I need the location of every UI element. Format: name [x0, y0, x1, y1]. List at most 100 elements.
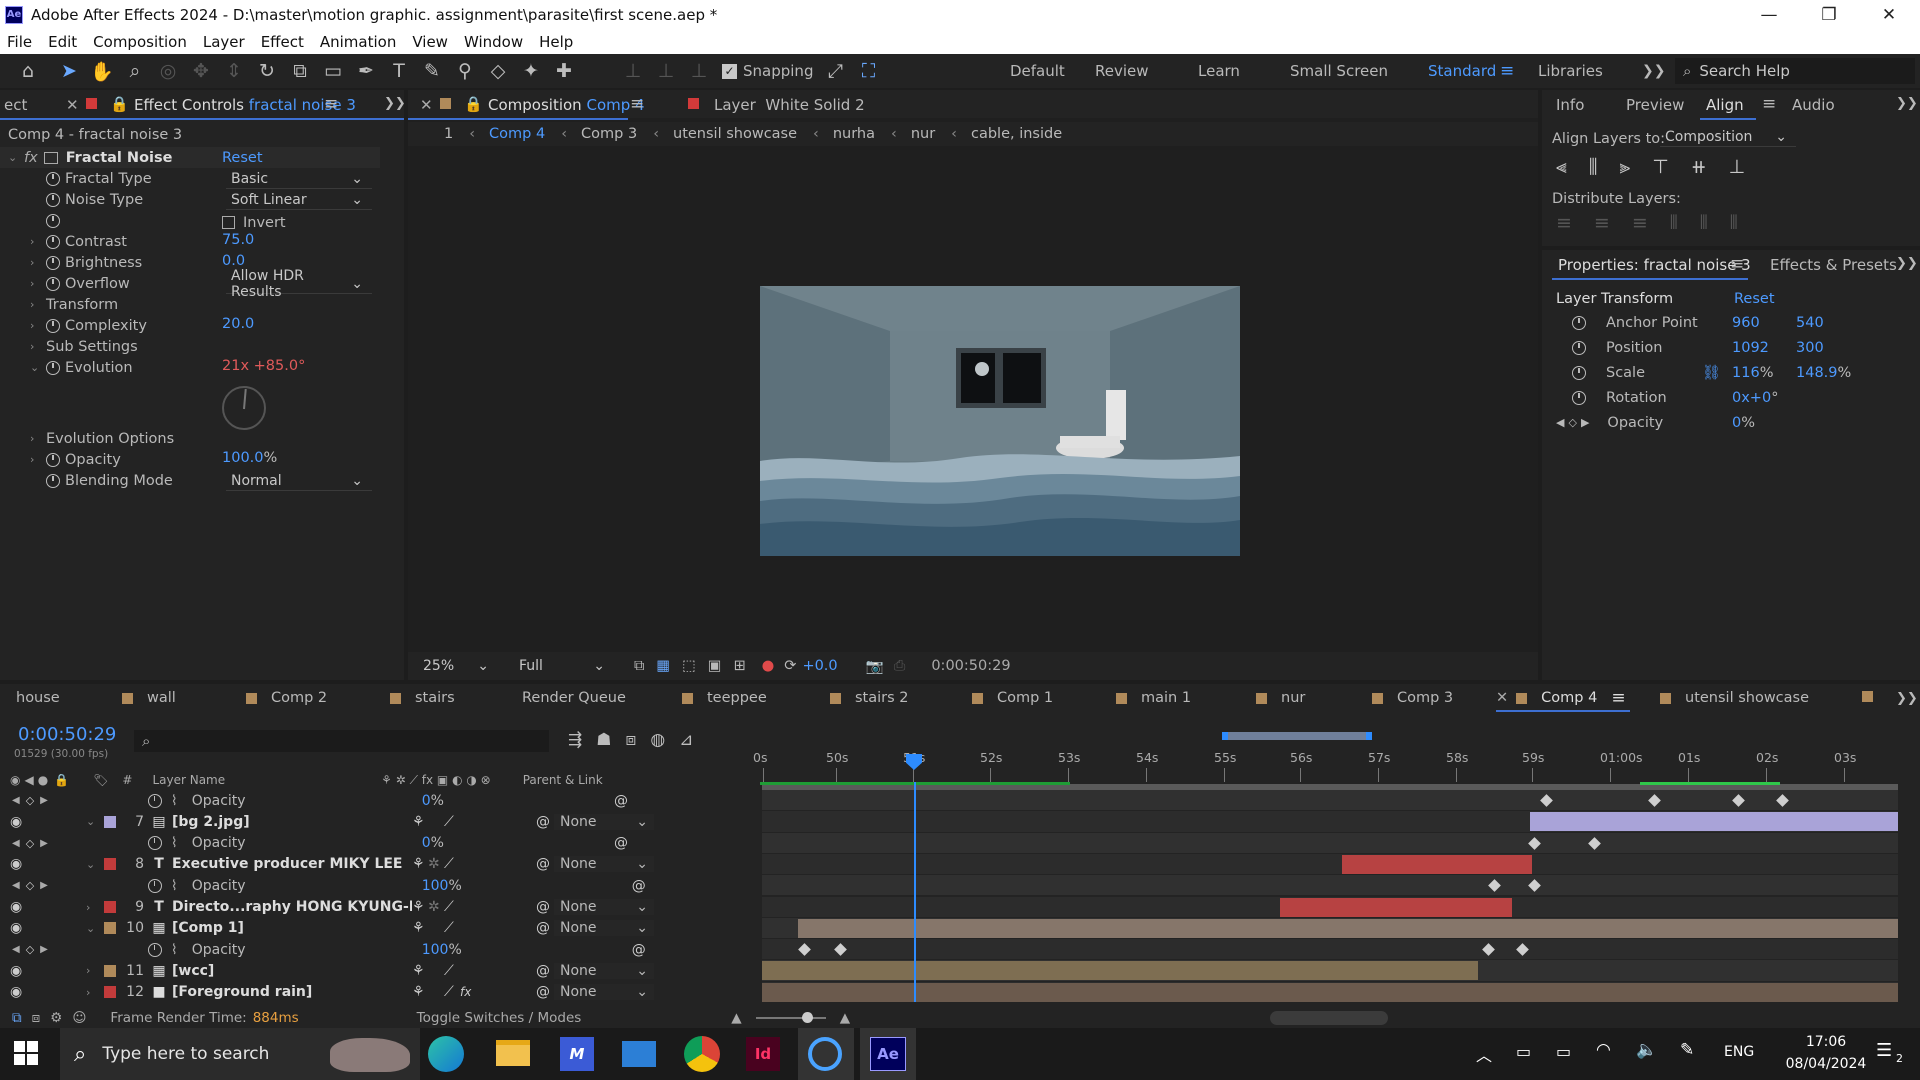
timeline-tab-stairs2[interactable]: stairs 2	[855, 690, 909, 706]
roto-brush-tool-icon[interactable]: ✦	[517, 57, 545, 85]
distribute-right-icon[interactable]: ⫴	[1730, 212, 1738, 234]
layer-duration-bar[interactable]	[798, 918, 1898, 938]
visibility-eye-icon[interactable]: ◉	[10, 984, 24, 1000]
wifi-icon[interactable]: ◠	[1596, 1040, 1611, 1060]
shy-switch-icon[interactable]: ⚘	[412, 984, 428, 1000]
breadcrumb-item[interactable]: Comp 3	[581, 126, 637, 142]
expand-arrow-icon[interactable]: ›	[30, 235, 40, 248]
parent-pickwhip-icon[interactable]: @	[536, 984, 554, 1000]
prev-keyframe-icon[interactable]: ◀	[12, 880, 20, 891]
breadcrumb-item[interactable]: cable, inside	[971, 126, 1062, 142]
layer-name[interactable]: [Comp 1]	[172, 920, 412, 936]
zoom-out-icon[interactable]: ▲	[731, 1010, 741, 1026]
stopwatch-icon[interactable]	[147, 878, 162, 893]
visibility-eye-icon[interactable]: ◉	[10, 920, 24, 936]
next-keyframe-icon[interactable]: ▶	[40, 944, 48, 955]
timeline-tab-render-queue[interactable]: Render Queue	[522, 690, 626, 706]
timeline-search-field[interactable]: ⌕	[134, 730, 549, 752]
align-top-icon[interactable]: ⊤	[1652, 156, 1669, 178]
parent-dropdown[interactable]: None ⌄	[554, 984, 654, 1001]
layer-row[interactable]: ◉ › 9 T Directo...raphy HONG KYUNG-PYO ⚘…	[0, 897, 760, 918]
invert-checkbox[interactable]	[222, 216, 235, 229]
horizontal-scrollbar[interactable]	[1270, 1011, 1389, 1025]
tab-info[interactable]: Info	[1556, 96, 1584, 114]
timeline-tab-comp4[interactable]: Comp 4	[1541, 690, 1597, 706]
maximize-button[interactable]: ❐	[1800, 0, 1858, 29]
opacity-value[interactable]: 0	[1732, 415, 1741, 431]
work-area-range[interactable]	[1222, 732, 1372, 740]
stopwatch-icon[interactable]	[147, 836, 162, 851]
expression-pickwhip-icon[interactable]: @	[614, 835, 628, 851]
fast-preview-icon[interactable]: ⧉	[634, 658, 644, 674]
opacity-value[interactable]: 100.0	[222, 450, 264, 466]
layer-row[interactable]: ◉ ⌄ 7 ▤ [bg 2.jpg] ⚘ ⟋ @ None ⌄	[0, 811, 760, 832]
volume-icon[interactable]: 🔈	[1636, 1040, 1657, 1060]
time-ruler[interactable]: 0s50s51s52s53s54s55s56s57s58s59s01:00s01…	[753, 724, 1898, 784]
layer-duration-bar[interactable]	[762, 982, 1898, 1002]
timeline-tab-stairs[interactable]: stairs	[415, 690, 455, 706]
properties-tab[interactable]: Properties: fractal noise 3	[1558, 256, 1751, 274]
parent-pickwhip-icon[interactable]: @	[536, 856, 554, 872]
scale-y-value[interactable]: 148.9	[1796, 365, 1838, 381]
composition-viewer-canvas[interactable]	[760, 286, 1240, 556]
layer-label-color[interactable]	[104, 901, 116, 913]
collapse-arrow-icon[interactable]: ⌄	[86, 858, 98, 871]
property-value[interactable]: 100	[422, 942, 449, 958]
graph-editor-icon[interactable]: ⊿	[679, 730, 693, 750]
dolly-camera-icon[interactable]: ⇕	[220, 57, 248, 85]
panel-menu-icon[interactable]: ≡	[324, 94, 338, 114]
expand-arrow-icon[interactable]: ›	[86, 964, 98, 977]
next-keyframe-icon[interactable]: ▶	[40, 795, 48, 806]
workspace-standard[interactable]: Standard	[1428, 54, 1496, 88]
layer-label-color[interactable]	[104, 964, 116, 977]
rectangle-tool-icon[interactable]: ▭	[319, 57, 347, 85]
layer-label-color[interactable]	[104, 858, 116, 871]
transform-group-label[interactable]: Transform	[46, 297, 118, 313]
shy-switch-icon[interactable]: ⚘	[412, 899, 428, 915]
audio-switch-icon[interactable]: ◀	[24, 773, 33, 787]
view-axis-icon[interactable]: ⊥	[685, 57, 713, 85]
video-switch-icon[interactable]: ◉	[10, 773, 20, 787]
eraser-tool-icon[interactable]: ◇	[484, 57, 512, 85]
timeline-tab-wall[interactable]: wall	[147, 690, 176, 706]
notifications-icon[interactable]: ☰	[1876, 1040, 1892, 1061]
layer-name[interactable]: [Foreground rain]	[172, 984, 412, 1000]
visibility-eye-icon[interactable]: ◉	[10, 814, 24, 830]
composition-mini-flowchart-icon[interactable]: ⇶	[568, 730, 582, 750]
language-indicator[interactable]: ENG	[1724, 1044, 1754, 1060]
property-row[interactable]: ◀ ◇ ▶ ⌇ Opacity 0% @	[0, 790, 760, 811]
layer-name[interactable]: [bg 2.jpg]	[172, 814, 412, 830]
quality-switch-icon[interactable]: ⟋	[444, 899, 460, 915]
effect-controls-tab[interactable]: Effect Controls fractal noise 3	[134, 96, 356, 114]
timeline-tab-comp3[interactable]: Comp 3	[1397, 690, 1453, 706]
expand-arrow-icon[interactable]: ›	[30, 340, 40, 353]
timeline-track[interactable]	[762, 790, 1898, 811]
layer-label-color[interactable]	[104, 815, 116, 828]
distribute-bottom-icon[interactable]: ≡	[1632, 212, 1648, 234]
parent-pickwhip-icon[interactable]: @	[536, 920, 554, 936]
keyframe-diamond-icon[interactable]: ◇	[26, 794, 34, 807]
shy-switch-icon[interactable]: ⚘	[412, 920, 428, 936]
pan-behind-tool-icon[interactable]: ⧉	[286, 57, 314, 85]
tab-align[interactable]: Align	[1706, 96, 1744, 114]
distribute-top-icon[interactable]: ≡	[1556, 212, 1572, 234]
property-row[interactable]: ◀ ◇ ▶ ⌇ Opacity 100% @	[0, 939, 760, 960]
exposure-value[interactable]: +0.0	[802, 658, 837, 674]
layer-label-color[interactable]	[104, 986, 116, 999]
distribute-vcenter-icon[interactable]: ≡	[1594, 212, 1610, 234]
timeline-track[interactable]	[762, 853, 1898, 875]
orbit-camera-icon[interactable]: ◎	[154, 57, 182, 85]
expression-pickwhip-icon[interactable]: @	[632, 878, 646, 894]
constrain-proportions-link-icon[interactable]: ⛓	[1702, 362, 1720, 383]
expand-arrow-icon[interactable]: ›	[30, 256, 40, 269]
anchor-x-value[interactable]: 960	[1732, 312, 1760, 333]
expand-arrow-icon[interactable]: ›	[30, 277, 40, 290]
panel-overflow-icon[interactable]: ❯❯	[384, 96, 406, 111]
project-tab[interactable]: ect	[4, 96, 27, 114]
expand-arrow-icon[interactable]: ›	[86, 901, 98, 914]
stopwatch-icon[interactable]	[46, 192, 60, 207]
stopwatch-icon[interactable]	[46, 360, 60, 375]
next-keyframe-icon[interactable]: ▶	[40, 880, 48, 891]
panel-overflow-icon[interactable]: ❯❯	[1896, 691, 1918, 706]
graph-icon[interactable]: ⌇	[171, 942, 178, 958]
